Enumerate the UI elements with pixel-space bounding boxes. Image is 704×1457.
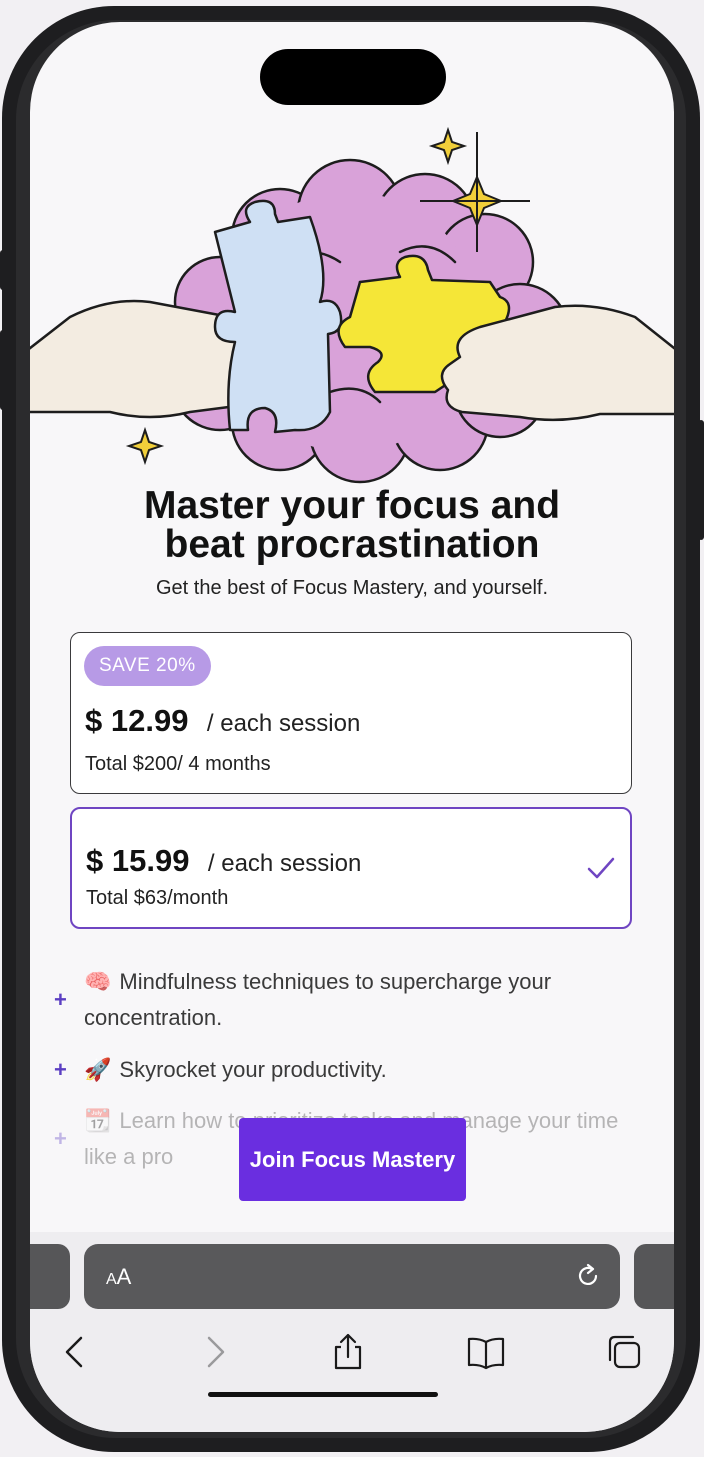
previous-tab-preview[interactable]: [30, 1244, 70, 1309]
aa-small: A: [106, 1271, 117, 1288]
plan-total: Total $200/ 4 months: [85, 753, 271, 775]
page-subtitle: Get the best of Focus Mastery, and yours…: [155, 577, 549, 599]
feature-label: Mindfulness techniques to supercharge yo…: [84, 969, 552, 1030]
checkmark-icon: [587, 857, 615, 879]
aa-large: A: [116, 1264, 132, 1289]
plan-price: $ 12.99: [85, 703, 189, 738]
save-badge: SAVE 20%: [84, 646, 211, 686]
share-icon[interactable]: [328, 1332, 368, 1372]
reader-settings-button[interactable]: AA: [106, 1264, 131, 1290]
calendar-emoji-icon: 📆: [84, 1108, 112, 1133]
plan-option-4-months[interactable]: SAVE 20% $ 12.99 / each session Total $2…: [70, 632, 632, 794]
page-title: Master your focus and beat procrastinati…: [30, 486, 674, 564]
feature-item: + 🚀 Skyrocket your productivity.: [54, 1052, 644, 1092]
brain-puzzle-illustration: [30, 126, 674, 484]
join-button[interactable]: Join Focus Mastery: [239, 1118, 466, 1201]
safari-bottom-bar: AA: [30, 1232, 674, 1432]
feature-text: 🚀 Skyrocket your productivity.: [84, 1052, 644, 1088]
plus-icon: +: [54, 987, 67, 1012]
plus-icon: +: [54, 1057, 67, 1082]
plan-total: Total $63/month: [86, 887, 229, 909]
brain-emoji-icon: 🧠: [84, 969, 112, 994]
feature-text: 🧠 Mindfulness techniques to supercharge y…: [84, 964, 644, 1036]
bookmarks-icon[interactable]: [466, 1332, 506, 1372]
feature-item: + 🧠 Mindfulness techniques to supercharge…: [54, 964, 644, 1044]
plan-option-monthly[interactable]: $ 15.99 / each session Total $63/month: [70, 807, 632, 929]
feature-label: Skyrocket your productivity.: [119, 1057, 387, 1082]
next-tab-preview[interactable]: [634, 1244, 674, 1309]
address-bar[interactable]: AA: [84, 1244, 620, 1309]
screen: Master your focus and beat procrastinati…: [30, 22, 674, 1432]
rocket-emoji-icon: 🚀: [84, 1057, 112, 1082]
dynamic-island: [260, 49, 446, 105]
plan-price-row: $ 15.99 / each session: [86, 843, 361, 879]
home-indicator[interactable]: [208, 1392, 438, 1397]
tabs-icon[interactable]: [604, 1332, 644, 1372]
plan-price-row: $ 12.99 / each session: [85, 703, 360, 739]
plan-price-unit: / each session: [207, 850, 362, 877]
reload-icon[interactable]: [574, 1262, 602, 1290]
page-title-line-1: Master your focus and: [143, 484, 561, 527]
forward-icon[interactable]: [194, 1332, 234, 1372]
plan-price-unit: / each session: [206, 710, 361, 737]
page-title-line-2: beat procrastination: [164, 523, 540, 566]
plus-icon: +: [54, 1126, 67, 1151]
plan-price: $ 15.99: [86, 843, 190, 878]
back-icon[interactable]: [56, 1332, 96, 1372]
